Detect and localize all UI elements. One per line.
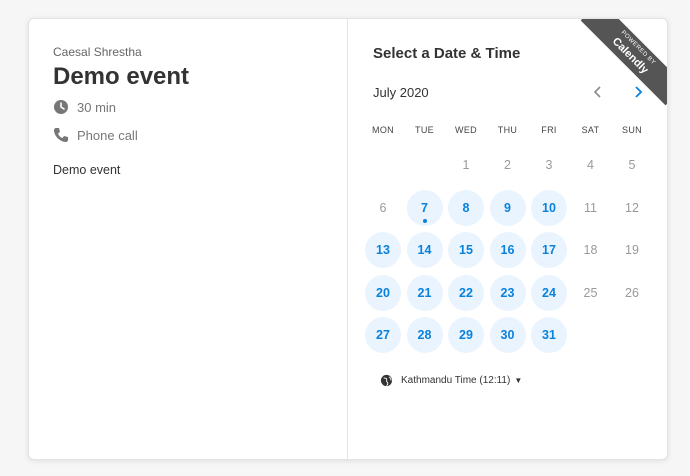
clock-icon (53, 99, 69, 115)
calendar-day-20[interactable]: 20 (365, 274, 401, 311)
weekday-header: MON TUE WED THU FRI SAT SUN (363, 125, 653, 139)
calendar-day-5: 5 (614, 147, 650, 183)
day-number: 20 (376, 285, 390, 300)
calendar-day-25: 25 (573, 275, 609, 311)
weekday-mon: MON (372, 125, 394, 135)
timezone-label: Kathmandu Time (12:11) (401, 374, 511, 386)
calendar-day-15[interactable]: 15 (448, 232, 484, 268)
day-number: 12 (625, 200, 639, 215)
day-number: 16 (500, 243, 515, 257)
calendar-day-24[interactable]: 24 (531, 274, 567, 311)
calendar-day-26: 26 (614, 275, 650, 311)
day-number: 24 (542, 285, 556, 300)
calendar-day-11: 11 (573, 190, 609, 226)
picker-title: Select a Date & Time (373, 45, 521, 62)
day-number: 7 (421, 200, 428, 215)
weekday-thu: THU (497, 125, 518, 135)
calendar-day-27[interactable]: 27 (365, 317, 401, 353)
day-number: 19 (625, 243, 639, 257)
day-number: 2 (504, 158, 511, 172)
calendar-day-21[interactable]: 21 (406, 274, 443, 311)
day-number: 26 (625, 285, 639, 300)
day-number: 14 (417, 243, 432, 257)
prev-month-button[interactable] (587, 81, 609, 103)
event-title: Demo event (53, 63, 190, 90)
day-number: 21 (417, 285, 432, 300)
calendar-day-6: 6 (365, 190, 401, 226)
day-number: 9 (504, 200, 511, 215)
event-location: Phone call (53, 127, 138, 143)
day-number: 8 (462, 200, 470, 215)
calendar-day-29[interactable]: 29 (448, 317, 484, 353)
event-details-panel: Caesal Shrestha Demo event 30 min Phone … (29, 19, 348, 459)
weekday-tue: TUE (415, 125, 434, 135)
calendar-day-8[interactable]: 8 (448, 189, 484, 226)
today-indicator-dot (422, 218, 427, 223)
day-number: 10 (542, 200, 556, 215)
calendar-day-17[interactable]: 17 (531, 232, 567, 268)
host-name: Caesal Shrestha (53, 45, 142, 59)
day-number: 30 (500, 328, 515, 342)
caret-down-icon: ▼ (514, 375, 523, 385)
day-number: 22 (459, 285, 473, 300)
calendar-day-2: 2 (490, 147, 526, 183)
phone-icon (53, 127, 69, 143)
chevron-right-icon (635, 86, 643, 98)
date-picker-panel: Select a Date & Time July 2020 MON TUE W… (347, 19, 667, 459)
day-number: 17 (542, 243, 556, 257)
event-description: Demo event (53, 163, 121, 177)
day-number: 6 (379, 200, 387, 215)
weekday-sun: SUN (622, 125, 642, 135)
day-number: 15 (459, 243, 473, 257)
calendar-day-4: 4 (573, 147, 609, 183)
duration-text: 30 min (77, 99, 117, 115)
calendar-day-1: 1 (448, 147, 484, 183)
calendar-day-10[interactable]: 10 (531, 189, 567, 226)
day-number: 3 (545, 158, 553, 172)
calendar-day-7[interactable]: 7 (406, 189, 443, 226)
calendar-day-28[interactable]: 28 (406, 317, 443, 353)
calendar-day-12: 12 (614, 190, 650, 226)
day-number: 11 (584, 200, 597, 215)
day-number: 18 (583, 243, 598, 257)
day-number: 28 (417, 328, 432, 342)
day-number: 29 (459, 328, 473, 342)
day-number: 13 (376, 243, 390, 257)
globe-icon (379, 373, 393, 387)
scheduling-card: Caesal Shrestha Demo event 30 min Phone … (28, 18, 668, 460)
location-text: Phone call (77, 127, 138, 143)
day-number: 31 (542, 328, 556, 342)
calendar-day-9[interactable]: 9 (489, 189, 526, 226)
calendar-day-13[interactable]: 13 (365, 232, 401, 268)
day-number: 25 (583, 285, 598, 300)
calendar-day-3: 3 (531, 147, 567, 183)
timezone-selector[interactable]: Kathmandu Time (12:11) ▼ (379, 373, 522, 387)
calendar-day-19: 19 (614, 232, 650, 268)
day-number: 23 (500, 285, 515, 300)
weekday-fri: FRI (541, 125, 557, 135)
calendar-day-22[interactable]: 22 (448, 274, 484, 311)
day-number: 5 (628, 158, 636, 172)
calendar-day-23[interactable]: 23 (489, 274, 526, 311)
day-number: 1 (462, 158, 470, 172)
chevron-left-icon (593, 86, 601, 98)
calendar-day-16[interactable]: 16 (489, 232, 526, 268)
calendar-day-30[interactable]: 30 (489, 317, 526, 353)
weekday-sat: SAT (581, 125, 600, 135)
day-number: 4 (587, 158, 594, 172)
day-number: 27 (376, 328, 390, 342)
month-label: July 2020 (373, 85, 429, 100)
weekday-wed: WED (455, 125, 477, 135)
calendar-day-14[interactable]: 14 (406, 232, 443, 268)
event-duration: 30 min (53, 99, 116, 115)
calendar-day-31[interactable]: 31 (531, 317, 567, 353)
calendar-day-18: 18 (573, 232, 609, 268)
calendar-days-grid: 1 2 3 4 5 6 7 8 9 10 11 12 13 14 15 16 17 18 19 20 21 22 23 24 2… (363, 147, 653, 367)
